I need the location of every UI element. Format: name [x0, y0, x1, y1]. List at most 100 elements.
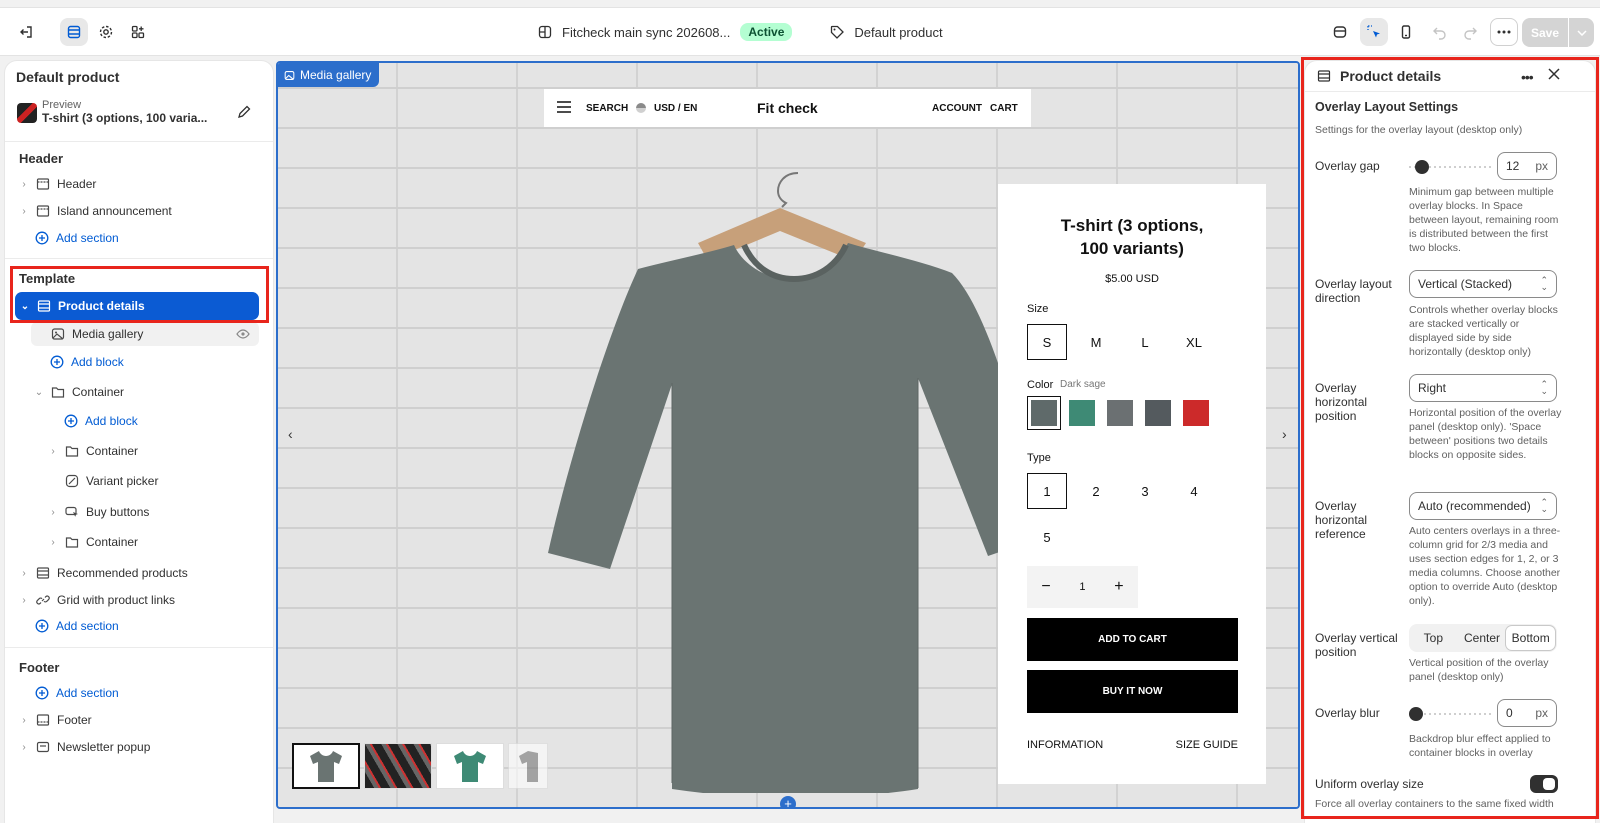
chevron-right-icon[interactable]: › — [19, 206, 29, 217]
vertical-option-center[interactable]: Center — [1458, 626, 1507, 650]
uniform-overlay-size-toggle[interactable] — [1530, 775, 1558, 793]
save-button[interactable]: Save — [1522, 18, 1568, 47]
block-media-gallery[interactable]: Media gallery — [51, 324, 143, 344]
size-option-s[interactable]: S — [1027, 324, 1067, 360]
overlay-blur-input[interactable]: 0 px — [1497, 699, 1557, 727]
add-section-footer-button[interactable]: Add section — [35, 683, 119, 703]
slider-knob[interactable] — [1415, 160, 1429, 174]
sections-icon[interactable] — [60, 18, 88, 46]
gallery-thumbnail[interactable] — [508, 743, 548, 789]
quantity-value[interactable]: 1 — [1079, 581, 1085, 593]
apps-icon[interactable] — [124, 18, 152, 46]
block-buy-buttons[interactable]: › Buy buttons — [48, 502, 149, 522]
menu-icon[interactable] — [556, 101, 572, 116]
minus-icon[interactable]: − — [1041, 578, 1050, 596]
section-grid-product-links[interactable]: › Grid with product links — [19, 590, 175, 610]
theme-name[interactable]: Fitcheck main sync 202608... — [562, 25, 730, 40]
overlay-gap-input[interactable]: 12 px — [1497, 152, 1557, 180]
type-option-2[interactable]: 2 — [1076, 473, 1116, 509]
section-island-announcement[interactable]: › Island announcement — [19, 201, 171, 221]
chevron-down-icon[interactable]: ⌄ — [34, 387, 44, 398]
size-option-l[interactable]: L — [1125, 324, 1165, 360]
gallery-thumbnail[interactable] — [292, 743, 360, 789]
type-option-5[interactable]: 5 — [1027, 519, 1067, 555]
gallery-prev-arrow[interactable]: ‹ — [288, 426, 293, 442]
redo-icon[interactable] — [1456, 18, 1484, 46]
close-icon[interactable] — [1548, 68, 1560, 83]
size-option-xl[interactable]: XL — [1174, 324, 1214, 360]
product-thumbnail[interactable] — [17, 103, 37, 123]
section-recommended-products[interactable]: › Recommended products — [19, 563, 187, 583]
add-section-plus-icon[interactable]: + — [780, 796, 796, 807]
template-selector[interactable]: Default product — [854, 25, 942, 40]
media-gallery-tag[interactable]: Media gallery — [278, 63, 380, 87]
account-link[interactable]: ACCOUNT — [932, 103, 982, 114]
more-actions-icon[interactable] — [1490, 18, 1518, 46]
section-footer[interactable]: › Footer — [19, 710, 91, 730]
store-logo[interactable]: Fit check — [757, 100, 818, 116]
quantity-stepper[interactable]: − 1 + — [1027, 566, 1138, 608]
block-container-nested[interactable]: › Container — [48, 441, 138, 461]
buy-it-now-button[interactable]: BUY IT NOW — [1027, 670, 1238, 713]
chevron-right-icon[interactable]: › — [48, 537, 58, 548]
size-option-m[interactable]: M — [1076, 324, 1116, 360]
flag-icon[interactable] — [636, 103, 646, 113]
gallery-next-arrow[interactable]: › — [1282, 426, 1287, 442]
add-to-cart-button[interactable]: ADD TO CART — [1027, 618, 1238, 661]
exit-icon[interactable] — [12, 18, 40, 46]
type-option-4[interactable]: 4 — [1174, 473, 1214, 509]
chevron-right-icon[interactable]: › — [48, 446, 58, 457]
preview-product[interactable]: T-shirt (3 options, 100 varia... — [42, 111, 207, 125]
add-section-template-button[interactable]: Add section — [35, 616, 119, 636]
overlay-vertical-position-segmented[interactable]: Top Center Bottom — [1409, 624, 1557, 652]
chevron-right-icon[interactable]: › — [19, 595, 29, 606]
chevron-right-icon[interactable]: › — [19, 568, 29, 579]
chevron-right-icon[interactable]: › — [48, 507, 58, 518]
chevron-right-icon[interactable]: › — [19, 179, 29, 190]
add-block-container-button[interactable]: Add block — [64, 411, 138, 431]
search-link[interactable]: SEARCH — [586, 103, 628, 114]
slider-knob[interactable] — [1409, 707, 1423, 721]
gallery-thumbnail[interactable] — [364, 743, 432, 789]
inspector-icon[interactable] — [1326, 18, 1354, 46]
color-swatch-grey[interactable] — [1103, 396, 1137, 430]
save-options-chevron-down-icon[interactable] — [1569, 18, 1594, 47]
mobile-preview-icon[interactable] — [1392, 18, 1420, 46]
color-swatch-dark-sage[interactable] — [1027, 396, 1061, 430]
visibility-eye-icon[interactable] — [236, 327, 250, 342]
section-newsletter-popup[interactable]: › Newsletter popup — [19, 737, 150, 757]
panel-more-icon[interactable]: ••• — [1521, 69, 1534, 85]
overlay-gap-value[interactable]: 12 — [1506, 159, 1519, 173]
block-variant-picker[interactable]: Variant picker — [65, 471, 158, 491]
currency-selector[interactable]: USD / EN — [654, 103, 697, 114]
information-link[interactable]: INFORMATION — [1027, 739, 1103, 751]
overlay-layout-direction-select[interactable]: Vertical (Stacked) ⌃ ⌄ — [1409, 270, 1557, 298]
product-details-row[interactable]: ⌄ Product details — [15, 292, 259, 320]
overlay-horizontal-position-select[interactable]: Right ⌃ ⌄ — [1409, 374, 1557, 402]
select-cursor-icon[interactable] — [1360, 18, 1388, 46]
preview-canvas[interactable]: Media gallery SEARCH USD / EN Fit check … — [276, 61, 1300, 809]
add-section-header-button[interactable]: Add section — [35, 228, 119, 248]
chevron-down-icon[interactable]: ⌄ — [20, 301, 30, 312]
section-header[interactable]: › Header — [19, 174, 96, 194]
color-swatch-red[interactable] — [1179, 396, 1213, 430]
cart-link[interactable]: CART — [990, 103, 1018, 114]
type-option-1[interactable]: 1 — [1027, 473, 1067, 509]
edit-pencil-icon[interactable] — [237, 105, 251, 122]
chevron-right-icon[interactable]: › — [19, 742, 29, 753]
overlay-horizontal-reference-select[interactable]: Auto (recommended) ⌃ ⌄ — [1409, 492, 1557, 520]
type-option-3[interactable]: 3 — [1125, 473, 1165, 509]
add-block-button[interactable]: Add block — [50, 352, 124, 372]
settings-gear-icon[interactable] — [92, 18, 120, 46]
chevron-right-icon[interactable]: › — [19, 715, 29, 726]
vertical-option-bottom[interactable]: Bottom — [1506, 626, 1556, 650]
undo-icon[interactable] — [1426, 18, 1454, 46]
gallery-thumbnail[interactable] — [436, 743, 504, 789]
color-swatch-green[interactable] — [1065, 396, 1099, 430]
overlay-gap-slider[interactable] — [1409, 159, 1491, 175]
block-container[interactable]: ⌄ Container — [34, 382, 124, 402]
overlay-blur-value[interactable]: 0 — [1506, 706, 1513, 720]
plus-icon[interactable]: + — [1114, 578, 1123, 596]
overlay-blur-slider[interactable] — [1409, 706, 1491, 722]
size-guide-link[interactable]: SIZE GUIDE — [1176, 739, 1238, 751]
